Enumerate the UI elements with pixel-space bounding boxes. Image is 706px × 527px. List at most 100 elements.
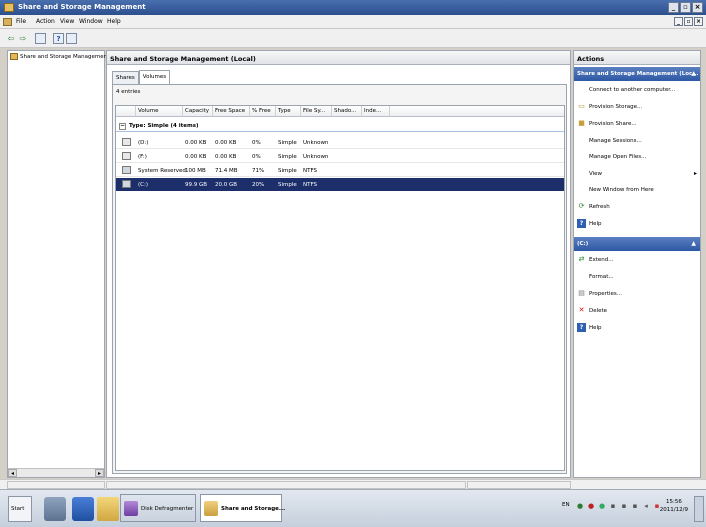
menu-action[interactable]: Action [36, 18, 55, 25]
action-connect-computer[interactable]: Connect to another computer... [589, 87, 675, 93]
menu-file[interactable]: File [16, 18, 26, 25]
entries-count: 4 entries [116, 89, 141, 95]
tray-icon[interactable]: ● [576, 502, 584, 511]
column-header-icon[interactable] [116, 106, 136, 117]
submenu-arrow-icon: ▸ [694, 170, 698, 177]
action-provision-storage[interactable]: Provision Storage... [589, 104, 642, 110]
cell-type: Simple [278, 140, 297, 146]
actions-pane: Actions Share and Storage Management (Lo… [573, 50, 701, 478]
column-header-file-system[interactable]: File Sy... [301, 106, 332, 117]
action-new-window[interactable]: New Window from Here [589, 187, 654, 193]
scroll-right-icon[interactable]: ▸ [95, 469, 104, 477]
show-desktop-button[interactable] [694, 496, 704, 522]
cell-free-space: 0.00 KB [215, 140, 237, 146]
tray-icon[interactable]: ▪ [631, 502, 639, 511]
action-help[interactable]: Help [589, 221, 602, 227]
action-provision-share[interactable]: Provision Share... [589, 121, 637, 127]
cell-pct-free: 20% [252, 182, 265, 188]
help-icon[interactable]: ? [53, 33, 64, 44]
center-pane-title: Share and Storage Management (Local) [107, 51, 570, 65]
clock[interactable]: 15:56 2011/12/9 [660, 498, 688, 514]
child-window-controls: _ ▫ × [674, 17, 703, 26]
tray-icon[interactable]: ▪ [609, 502, 617, 511]
clock-time: 15:56 [665, 499, 682, 505]
tray-icon[interactable]: ● [598, 502, 606, 511]
tray-icon[interactable]: ▪ [620, 502, 628, 511]
column-header-capacity[interactable]: Capacity [183, 106, 213, 117]
column-header-free-space[interactable]: Free Space [213, 106, 250, 117]
task-label: Share and Storage... [221, 506, 286, 512]
tray-icon[interactable]: ● [587, 502, 595, 511]
actions-section-volume[interactable]: (C:) ▲ [574, 237, 700, 251]
tree-item-label: Share and Storage Management ( [20, 53, 114, 60]
menu-view[interactable]: View [60, 18, 74, 25]
column-header-volume[interactable]: Volume [136, 106, 183, 117]
action-refresh[interactable]: Refresh [589, 204, 610, 210]
volumes-tab-pane: 4 entries Volume Capacity Free Space % F… [112, 84, 567, 474]
forward-icon[interactable]: ⇨ [18, 33, 28, 44]
column-header-shadow[interactable]: Shado... [332, 106, 362, 117]
collapse-icon[interactable]: ▲ [691, 70, 696, 77]
tree-horizontal-scrollbar[interactable]: ◂ ▸ [8, 468, 104, 477]
show-hide-tree-icon[interactable] [35, 33, 46, 44]
action-view[interactable]: View ▸ [589, 170, 697, 177]
table-row[interactable]: (F:) 0.00 KB 0.00 KB 0% Simple Unknown [116, 150, 564, 163]
child-close-icon[interactable]: × [694, 17, 703, 26]
task-label: Disk Defragmenter [141, 506, 194, 512]
action-delete[interactable]: Delete [589, 308, 607, 314]
tab-shares[interactable]: Shares [112, 71, 139, 84]
column-header-type[interactable]: Type [276, 106, 301, 117]
column-header-pct-free[interactable]: % Free [250, 106, 276, 117]
scroll-left-icon[interactable]: ◂ [8, 469, 17, 477]
cell-type: Simple [278, 168, 297, 174]
server-manager-icon[interactable] [44, 497, 66, 521]
task-disk-defragmenter[interactable]: Disk Defragmenter [120, 494, 196, 522]
properties-icon: ▤ [578, 289, 585, 297]
cell-pct-free: 71% [252, 168, 265, 174]
maximize-icon[interactable]: ▫ [680, 2, 691, 13]
cell-volume: (C:) [138, 182, 148, 188]
action-extend[interactable]: Extend... [589, 257, 614, 263]
window-controls: _ ▫ × [668, 2, 703, 13]
column-header-index[interactable]: Inde... [362, 106, 390, 117]
status-bar [0, 479, 706, 489]
action-manage-sessions[interactable]: Manage Sessions... [589, 138, 642, 144]
tab-volumes[interactable]: Volumes [138, 70, 171, 84]
table-row-selected[interactable]: (C:) 99.9 GB 20.0 GB 20% Simple NTFS [116, 178, 564, 191]
removable-drive-icon [122, 138, 131, 146]
show-hide-action-pane-icon[interactable] [66, 33, 77, 44]
actions-section-label: (C:) [577, 241, 589, 247]
action-format[interactable]: Format... [589, 274, 614, 280]
menu-window[interactable]: Window [79, 18, 103, 25]
actions-section-main[interactable]: Share and Storage Management (Loc... ▲ [574, 67, 700, 81]
child-restore-icon[interactable]: ▫ [684, 17, 693, 26]
start-button[interactable]: Start [8, 496, 32, 522]
volume-icon[interactable]: ◂ [642, 502, 650, 511]
extend-icon: ⇄ [578, 255, 585, 263]
task-share-storage[interactable]: Share and Storage... [200, 494, 286, 522]
tree-item-share-storage[interactable]: Share and Storage Management ( [10, 53, 113, 60]
mmc-icon [3, 18, 12, 26]
language-indicator[interactable]: EN [562, 502, 570, 508]
cell-pct-free: 0% [252, 140, 261, 146]
center-pane: Share and Storage Management (Local) Sha… [106, 50, 571, 478]
back-icon[interactable]: ⇦ [6, 33, 16, 44]
removable-drive-icon [122, 152, 131, 160]
action-properties[interactable]: Properties... [589, 291, 622, 297]
table-row[interactable]: System Reserved 100 MB 71.4 MB 71% Simpl… [116, 164, 564, 177]
close-icon[interactable]: × [692, 2, 703, 13]
group-header[interactable]: − Type: Simple (4 items) [116, 120, 564, 132]
menu-help[interactable]: Help [107, 18, 121, 25]
action-help-volume[interactable]: Help [589, 325, 602, 331]
provision-share-icon: ■ [578, 119, 585, 127]
table-row[interactable]: (D:) 0.00 KB 0.00 KB 0% Simple Unknown [116, 136, 564, 149]
child-minimize-icon[interactable]: _ [674, 17, 683, 26]
powershell-icon[interactable] [72, 497, 94, 521]
collapse-icon[interactable]: ▲ [691, 240, 696, 247]
window-title: Share and Storage Management [18, 3, 146, 11]
minimize-icon[interactable]: _ [668, 2, 679, 13]
action-manage-open-files[interactable]: Manage Open Files... [589, 154, 646, 160]
group-collapse-icon[interactable]: − [119, 123, 126, 130]
explorer-icon[interactable] [97, 497, 119, 521]
status-segment [467, 481, 571, 489]
